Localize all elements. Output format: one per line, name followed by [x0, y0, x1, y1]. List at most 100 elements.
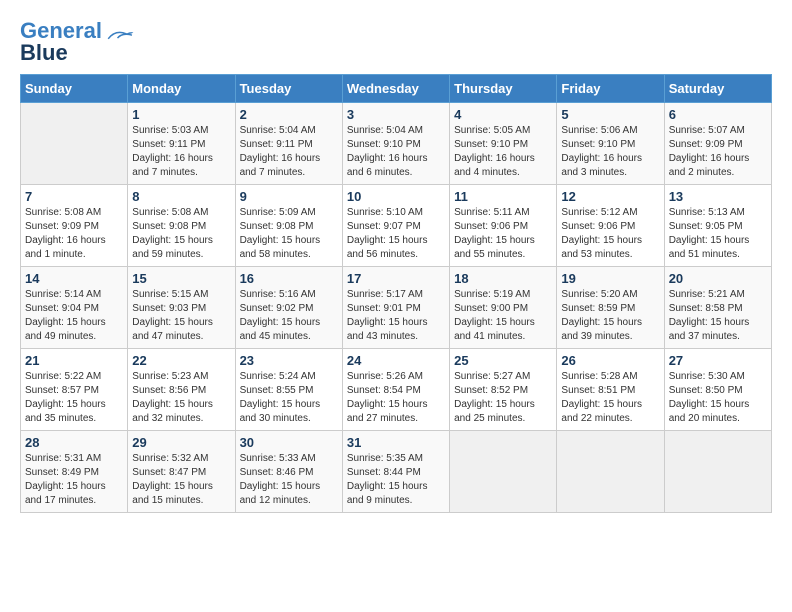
day-info: Sunrise: 5:26 AMSunset: 8:54 PMDaylight:… — [347, 370, 445, 426]
weekday-header-saturday: Saturday — [664, 75, 771, 103]
calendar-cell: 3 Sunrise: 5:04 AMSunset: 9:10 PMDayligh… — [342, 103, 449, 185]
day-number: 2 — [240, 107, 338, 122]
calendar-cell: 20 Sunrise: 5:21 AMSunset: 8:58 PMDaylig… — [664, 267, 771, 349]
calendar-cell: 18 Sunrise: 5:19 AMSunset: 9:00 PMDaylig… — [450, 267, 557, 349]
calendar-cell: 7 Sunrise: 5:08 AMSunset: 9:09 PMDayligh… — [21, 185, 128, 267]
day-info: Sunrise: 5:04 AMSunset: 9:10 PMDaylight:… — [347, 124, 445, 180]
day-info: Sunrise: 5:22 AMSunset: 8:57 PMDaylight:… — [25, 370, 123, 426]
calendar-cell: 31 Sunrise: 5:35 AMSunset: 8:44 PMDaylig… — [342, 431, 449, 513]
calendar-cell — [21, 103, 128, 185]
day-info: Sunrise: 5:27 AMSunset: 8:52 PMDaylight:… — [454, 370, 552, 426]
day-info: Sunrise: 5:17 AMSunset: 9:01 PMDaylight:… — [347, 288, 445, 344]
day-info: Sunrise: 5:15 AMSunset: 9:03 PMDaylight:… — [132, 288, 230, 344]
day-number: 5 — [561, 107, 659, 122]
day-number: 13 — [669, 189, 767, 204]
day-info: Sunrise: 5:08 AMSunset: 9:09 PMDaylight:… — [25, 206, 123, 262]
calendar-cell: 25 Sunrise: 5:27 AMSunset: 8:52 PMDaylig… — [450, 349, 557, 431]
calendar-cell: 27 Sunrise: 5:30 AMSunset: 8:50 PMDaylig… — [664, 349, 771, 431]
day-info: Sunrise: 5:07 AMSunset: 9:09 PMDaylight:… — [669, 124, 767, 180]
day-number: 23 — [240, 353, 338, 368]
calendar-cell: 22 Sunrise: 5:23 AMSunset: 8:56 PMDaylig… — [128, 349, 235, 431]
day-number: 7 — [25, 189, 123, 204]
calendar-cell: 5 Sunrise: 5:06 AMSunset: 9:10 PMDayligh… — [557, 103, 664, 185]
day-info: Sunrise: 5:13 AMSunset: 9:05 PMDaylight:… — [669, 206, 767, 262]
day-info: Sunrise: 5:05 AMSunset: 9:10 PMDaylight:… — [454, 124, 552, 180]
day-info: Sunrise: 5:28 AMSunset: 8:51 PMDaylight:… — [561, 370, 659, 426]
calendar-cell: 8 Sunrise: 5:08 AMSunset: 9:08 PMDayligh… — [128, 185, 235, 267]
day-number: 27 — [669, 353, 767, 368]
calendar-week-1: 1 Sunrise: 5:03 AMSunset: 9:11 PMDayligh… — [21, 103, 772, 185]
calendar-week-4: 21 Sunrise: 5:22 AMSunset: 8:57 PMDaylig… — [21, 349, 772, 431]
calendar-cell: 1 Sunrise: 5:03 AMSunset: 9:11 PMDayligh… — [128, 103, 235, 185]
day-info: Sunrise: 5:09 AMSunset: 9:08 PMDaylight:… — [240, 206, 338, 262]
day-info: Sunrise: 5:04 AMSunset: 9:11 PMDaylight:… — [240, 124, 338, 180]
calendar-cell: 4 Sunrise: 5:05 AMSunset: 9:10 PMDayligh… — [450, 103, 557, 185]
calendar-cell: 26 Sunrise: 5:28 AMSunset: 8:51 PMDaylig… — [557, 349, 664, 431]
day-number: 26 — [561, 353, 659, 368]
day-info: Sunrise: 5:35 AMSunset: 8:44 PMDaylight:… — [347, 452, 445, 508]
day-number: 25 — [454, 353, 552, 368]
logo-text: GeneralBlue — [20, 20, 102, 64]
calendar-cell: 30 Sunrise: 5:33 AMSunset: 8:46 PMDaylig… — [235, 431, 342, 513]
day-number: 24 — [347, 353, 445, 368]
day-number: 29 — [132, 435, 230, 450]
calendar-cell: 16 Sunrise: 5:16 AMSunset: 9:02 PMDaylig… — [235, 267, 342, 349]
day-number: 4 — [454, 107, 552, 122]
calendar-cell: 21 Sunrise: 5:22 AMSunset: 8:57 PMDaylig… — [21, 349, 128, 431]
day-info: Sunrise: 5:16 AMSunset: 9:02 PMDaylight:… — [240, 288, 338, 344]
weekday-header-monday: Monday — [128, 75, 235, 103]
day-info: Sunrise: 5:23 AMSunset: 8:56 PMDaylight:… — [132, 370, 230, 426]
day-number: 21 — [25, 353, 123, 368]
day-number: 18 — [454, 271, 552, 286]
day-number: 9 — [240, 189, 338, 204]
calendar-cell: 24 Sunrise: 5:26 AMSunset: 8:54 PMDaylig… — [342, 349, 449, 431]
day-number: 3 — [347, 107, 445, 122]
day-info: Sunrise: 5:12 AMSunset: 9:06 PMDaylight:… — [561, 206, 659, 262]
calendar-cell: 13 Sunrise: 5:13 AMSunset: 9:05 PMDaylig… — [664, 185, 771, 267]
day-number: 19 — [561, 271, 659, 286]
day-number: 17 — [347, 271, 445, 286]
day-number: 10 — [347, 189, 445, 204]
day-number: 30 — [240, 435, 338, 450]
day-info: Sunrise: 5:32 AMSunset: 8:47 PMDaylight:… — [132, 452, 230, 508]
day-number: 8 — [132, 189, 230, 204]
day-info: Sunrise: 5:19 AMSunset: 9:00 PMDaylight:… — [454, 288, 552, 344]
weekday-header-tuesday: Tuesday — [235, 75, 342, 103]
weekday-header-sunday: Sunday — [21, 75, 128, 103]
day-info: Sunrise: 5:10 AMSunset: 9:07 PMDaylight:… — [347, 206, 445, 262]
calendar-cell: 19 Sunrise: 5:20 AMSunset: 8:59 PMDaylig… — [557, 267, 664, 349]
weekday-header-row: SundayMondayTuesdayWednesdayThursdayFrid… — [21, 75, 772, 103]
weekday-header-wednesday: Wednesday — [342, 75, 449, 103]
day-number: 16 — [240, 271, 338, 286]
calendar-cell — [557, 431, 664, 513]
logo: GeneralBlue — [20, 20, 134, 64]
day-number: 14 — [25, 271, 123, 286]
day-number: 31 — [347, 435, 445, 450]
day-info: Sunrise: 5:20 AMSunset: 8:59 PMDaylight:… — [561, 288, 659, 344]
day-number: 1 — [132, 107, 230, 122]
calendar-cell: 29 Sunrise: 5:32 AMSunset: 8:47 PMDaylig… — [128, 431, 235, 513]
day-number: 15 — [132, 271, 230, 286]
calendar-cell: 15 Sunrise: 5:15 AMSunset: 9:03 PMDaylig… — [128, 267, 235, 349]
page-header: GeneralBlue — [20, 20, 772, 64]
day-info: Sunrise: 5:33 AMSunset: 8:46 PMDaylight:… — [240, 452, 338, 508]
day-info: Sunrise: 5:21 AMSunset: 8:58 PMDaylight:… — [669, 288, 767, 344]
calendar-cell: 28 Sunrise: 5:31 AMSunset: 8:49 PMDaylig… — [21, 431, 128, 513]
day-number: 12 — [561, 189, 659, 204]
calendar-cell — [450, 431, 557, 513]
calendar-cell: 14 Sunrise: 5:14 AMSunset: 9:04 PMDaylig… — [21, 267, 128, 349]
calendar-cell: 23 Sunrise: 5:24 AMSunset: 8:55 PMDaylig… — [235, 349, 342, 431]
calendar-table: SundayMondayTuesdayWednesdayThursdayFrid… — [20, 74, 772, 513]
day-info: Sunrise: 5:06 AMSunset: 9:10 PMDaylight:… — [561, 124, 659, 180]
day-info: Sunrise: 5:08 AMSunset: 9:08 PMDaylight:… — [132, 206, 230, 262]
logo-icon — [104, 28, 134, 46]
weekday-header-thursday: Thursday — [450, 75, 557, 103]
calendar-cell: 2 Sunrise: 5:04 AMSunset: 9:11 PMDayligh… — [235, 103, 342, 185]
calendar-cell: 9 Sunrise: 5:09 AMSunset: 9:08 PMDayligh… — [235, 185, 342, 267]
day-info: Sunrise: 5:31 AMSunset: 8:49 PMDaylight:… — [25, 452, 123, 508]
day-info: Sunrise: 5:30 AMSunset: 8:50 PMDaylight:… — [669, 370, 767, 426]
calendar-cell: 17 Sunrise: 5:17 AMSunset: 9:01 PMDaylig… — [342, 267, 449, 349]
weekday-header-friday: Friday — [557, 75, 664, 103]
day-number: 22 — [132, 353, 230, 368]
day-info: Sunrise: 5:24 AMSunset: 8:55 PMDaylight:… — [240, 370, 338, 426]
